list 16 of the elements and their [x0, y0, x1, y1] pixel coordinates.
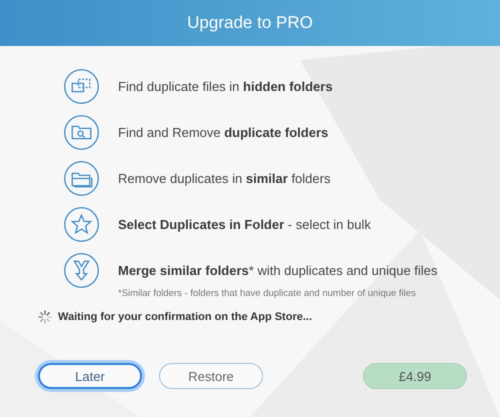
feature-text: Select Duplicates in Folder - select in bulk: [118, 217, 371, 232]
later-button[interactable]: Later: [38, 363, 142, 389]
status-text: Waiting for your confirmation on the App Store...: [58, 311, 312, 323]
window-title: Upgrade to PRO: [187, 13, 313, 33]
merge-icon: [64, 253, 99, 288]
price-button[interactable]: £4.99: [363, 363, 467, 389]
folders-icon: [64, 161, 99, 196]
footnote-text: *Similar folders - folders that have duplicate and number of unique files: [118, 288, 417, 299]
spinner-icon: [38, 310, 52, 324]
feature-text: Find duplicate files in hidden folders: [118, 79, 333, 94]
folder-search-icon: [64, 115, 99, 150]
hidden-folder-icon: [64, 69, 99, 104]
feature-text: Find and Remove duplicate folders: [118, 125, 328, 140]
feature-text: Remove duplicates in similar folders: [118, 171, 330, 186]
restore-button[interactable]: Restore: [159, 363, 263, 389]
feature-text: Merge similar folders* with duplicates and unique files: [118, 263, 438, 278]
